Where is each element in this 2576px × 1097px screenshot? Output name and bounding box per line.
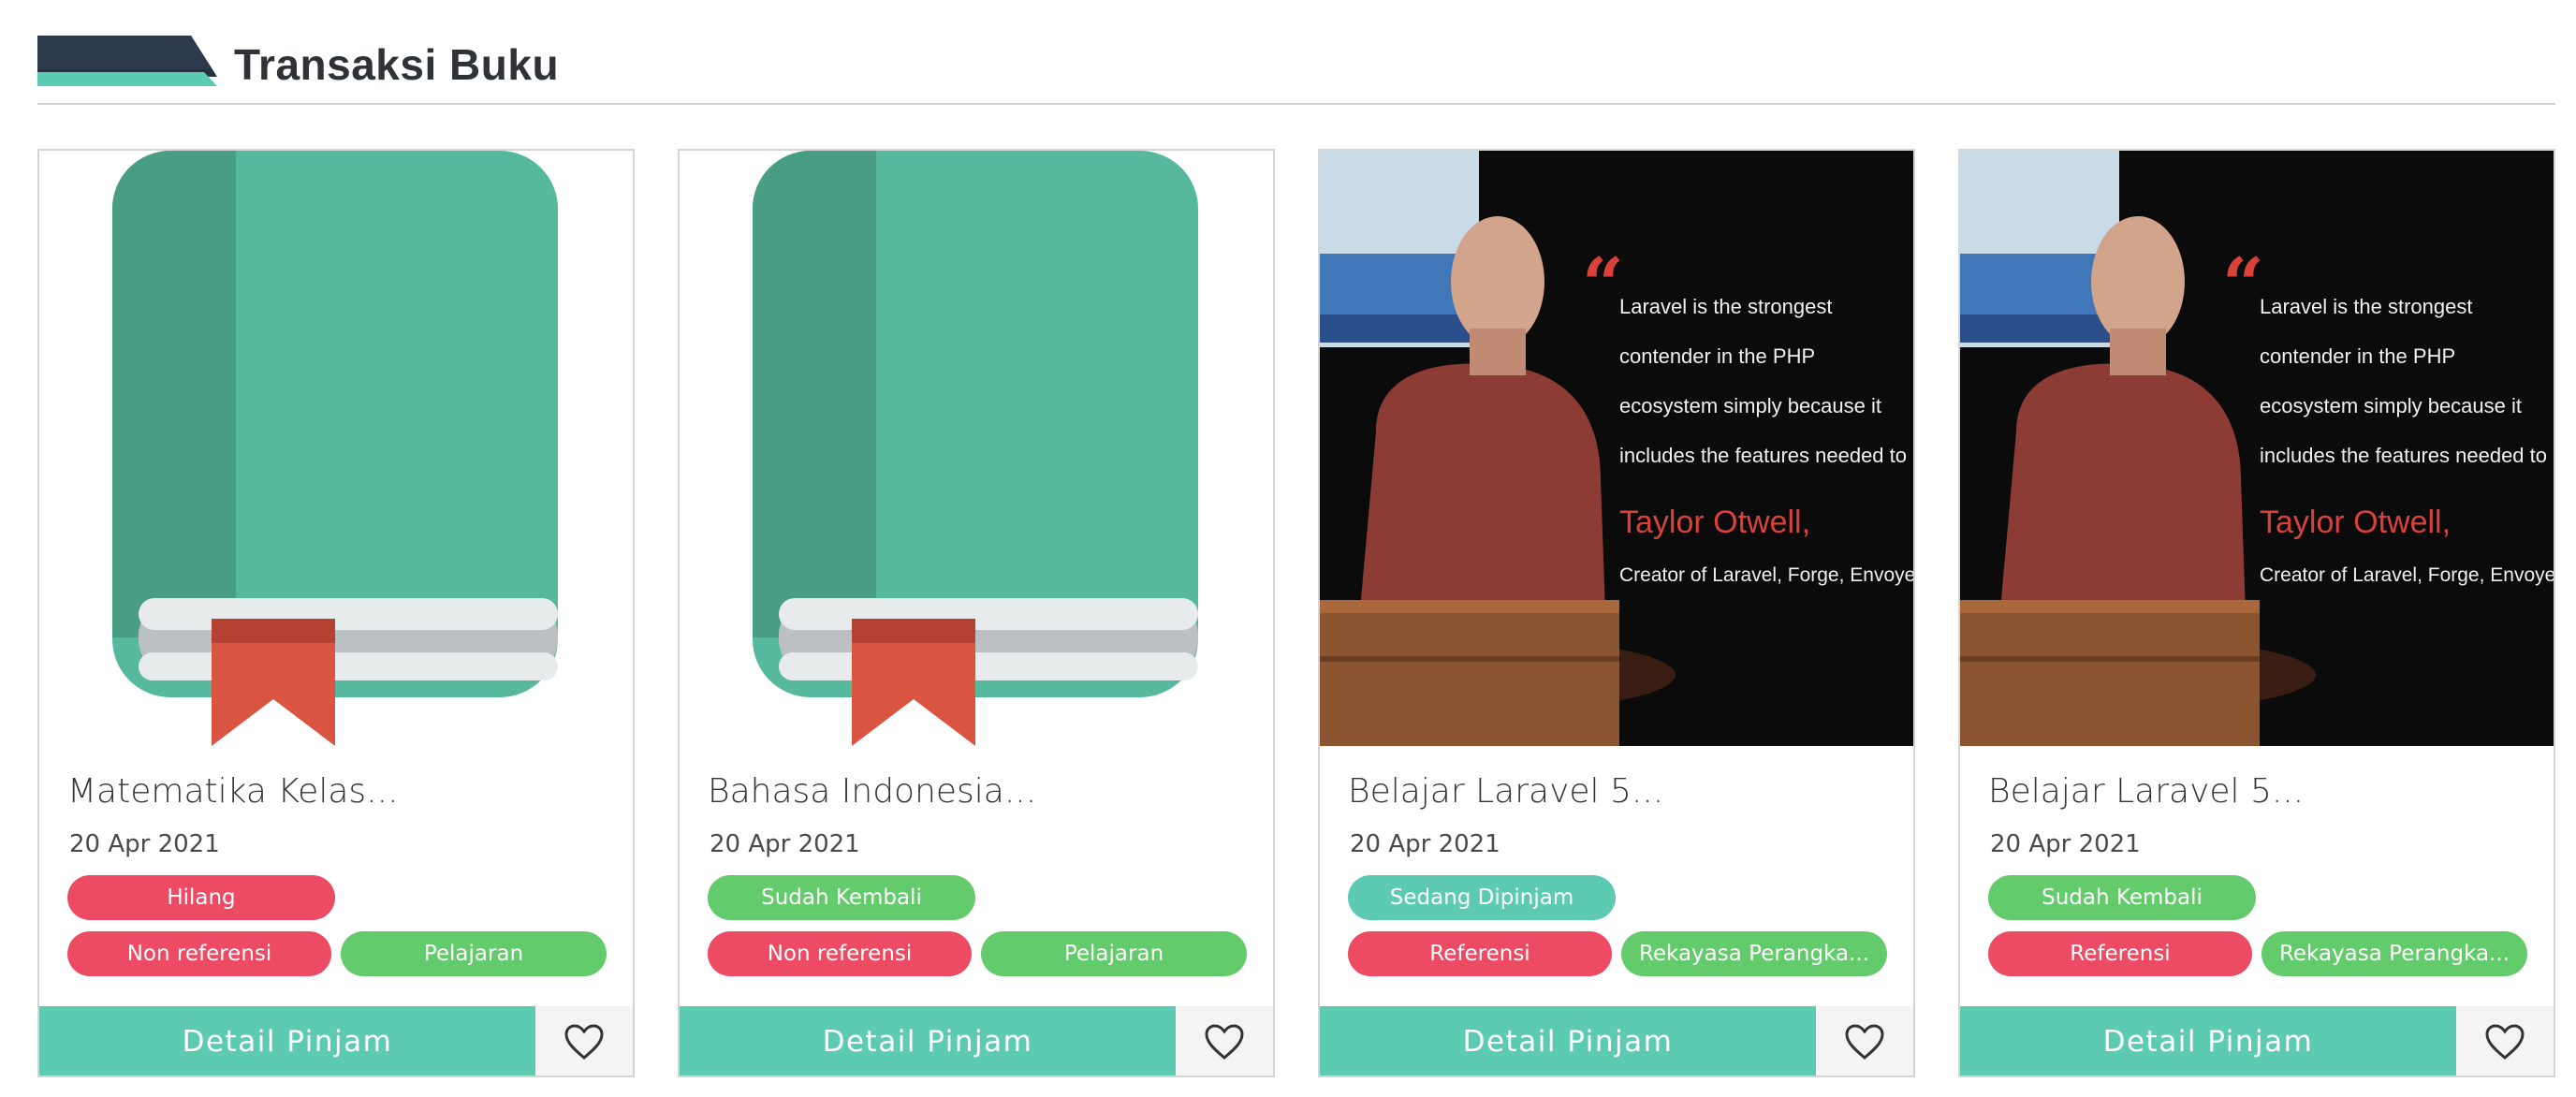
laravel-quote-photo: “ Laravel is the strongest contender in … <box>1960 151 2554 746</box>
card-footer: Detail Pinjam <box>39 1006 633 1075</box>
status-badge: Sudah Kembali <box>708 875 975 920</box>
favorite-button[interactable] <box>1816 1006 1913 1075</box>
loan-date: 20 Apr 2021 <box>710 830 860 858</box>
quote-text: Laravel is the strongest contender in th… <box>2260 295 2548 467</box>
book-card-bahasa-indonesia: Bahasa Indonesia... 20 Apr 2021 Sudah Ke… <box>678 149 1275 1077</box>
quote-text: Laravel is the strongest contender in th… <box>1619 295 1908 467</box>
favorite-button[interactable] <box>535 1006 633 1075</box>
loan-date: 20 Apr 2021 <box>69 830 220 858</box>
detail-loan-button[interactable]: Detail Pinjam <box>1960 1006 2456 1075</box>
green-book-icon <box>112 151 558 746</box>
category-badge: Rekayasa Perangka... <box>2261 931 2527 976</box>
heart-outline-icon <box>564 1024 604 1060</box>
quote-author: Taylor Otwell, <box>1619 505 1810 540</box>
laravel-quote-photo: “ Laravel is the strongest contender in … <box>1320 151 1913 746</box>
book-type-badge: Non referensi <box>67 931 331 976</box>
book-title[interactable]: Belajar Laravel 5... <box>1988 772 2531 811</box>
book-card-laravel-2: “ Laravel is the strongest contender in … <box>1958 149 2555 1077</box>
svg-text:“: “ <box>1582 242 1624 328</box>
book-title[interactable]: Bahasa Indonesia... <box>708 772 1251 811</box>
heart-outline-icon <box>1205 1024 1244 1060</box>
book-card-matematika: Matematika Kelas... 20 Apr 2021 Hilang N… <box>37 149 635 1077</box>
quote-author-title: Creator of Laravel, Forge, Envoyer <box>1619 564 1913 586</box>
loan-date: 20 Apr 2021 <box>1350 830 1500 858</box>
book-cover-image: “ Laravel is the strongest contender in … <box>1320 151 1913 746</box>
status-badge: Sudah Kembali <box>1988 875 2256 920</box>
favorite-button[interactable] <box>1176 1006 1273 1075</box>
card-footer: Detail Pinjam <box>680 1006 1273 1075</box>
book-cover-image <box>39 151 633 746</box>
card-footer: Detail Pinjam <box>1960 1006 2554 1075</box>
title-badge-icon <box>37 36 217 86</box>
loan-date: 20 Apr 2021 <box>1990 830 2141 858</box>
header-divider <box>37 103 2555 105</box>
book-type-badge: Referensi <box>1348 931 1612 976</box>
status-badge: Sedang Dipinjam <box>1348 875 1616 920</box>
quote-author-title: Creator of Laravel, Forge, Envoyer <box>2260 564 2554 586</box>
svg-text:“: “ <box>2222 242 2264 328</box>
page-title: Transaksi Buku <box>234 40 560 89</box>
category-badge: Rekayasa Perangka... <box>1621 931 1887 976</box>
book-cover-image <box>680 151 1273 746</box>
page-header: Transaksi Buku <box>37 36 2555 105</box>
book-cover-image: “ Laravel is the strongest contender in … <box>1960 151 2554 746</box>
detail-loan-button[interactable]: Detail Pinjam <box>680 1006 1176 1075</box>
quote-author: Taylor Otwell, <box>2260 505 2451 540</box>
green-book-icon <box>753 151 1198 746</box>
category-badge: Pelajaran <box>981 931 1247 976</box>
book-type-badge: Non referensi <box>708 931 972 976</box>
book-title[interactable]: Belajar Laravel 5... <box>1348 772 1891 811</box>
book-type-badge: Referensi <box>1988 931 2252 976</box>
book-transaction-grid: Matematika Kelas... 20 Apr 2021 Hilang N… <box>37 149 2555 1077</box>
favorite-button[interactable] <box>2456 1006 2554 1075</box>
detail-loan-button[interactable]: Detail Pinjam <box>1320 1006 1816 1075</box>
card-footer: Detail Pinjam <box>1320 1006 1913 1075</box>
category-badge: Pelajaran <box>341 931 607 976</box>
status-badge: Hilang <box>67 875 335 920</box>
book-title[interactable]: Matematika Kelas... <box>67 772 610 811</box>
detail-loan-button[interactable]: Detail Pinjam <box>39 1006 535 1075</box>
heart-outline-icon <box>1845 1024 1884 1060</box>
book-card-laravel: “ Laravel is the strongest contender in … <box>1318 149 1915 1077</box>
heart-outline-icon <box>2485 1024 2525 1060</box>
